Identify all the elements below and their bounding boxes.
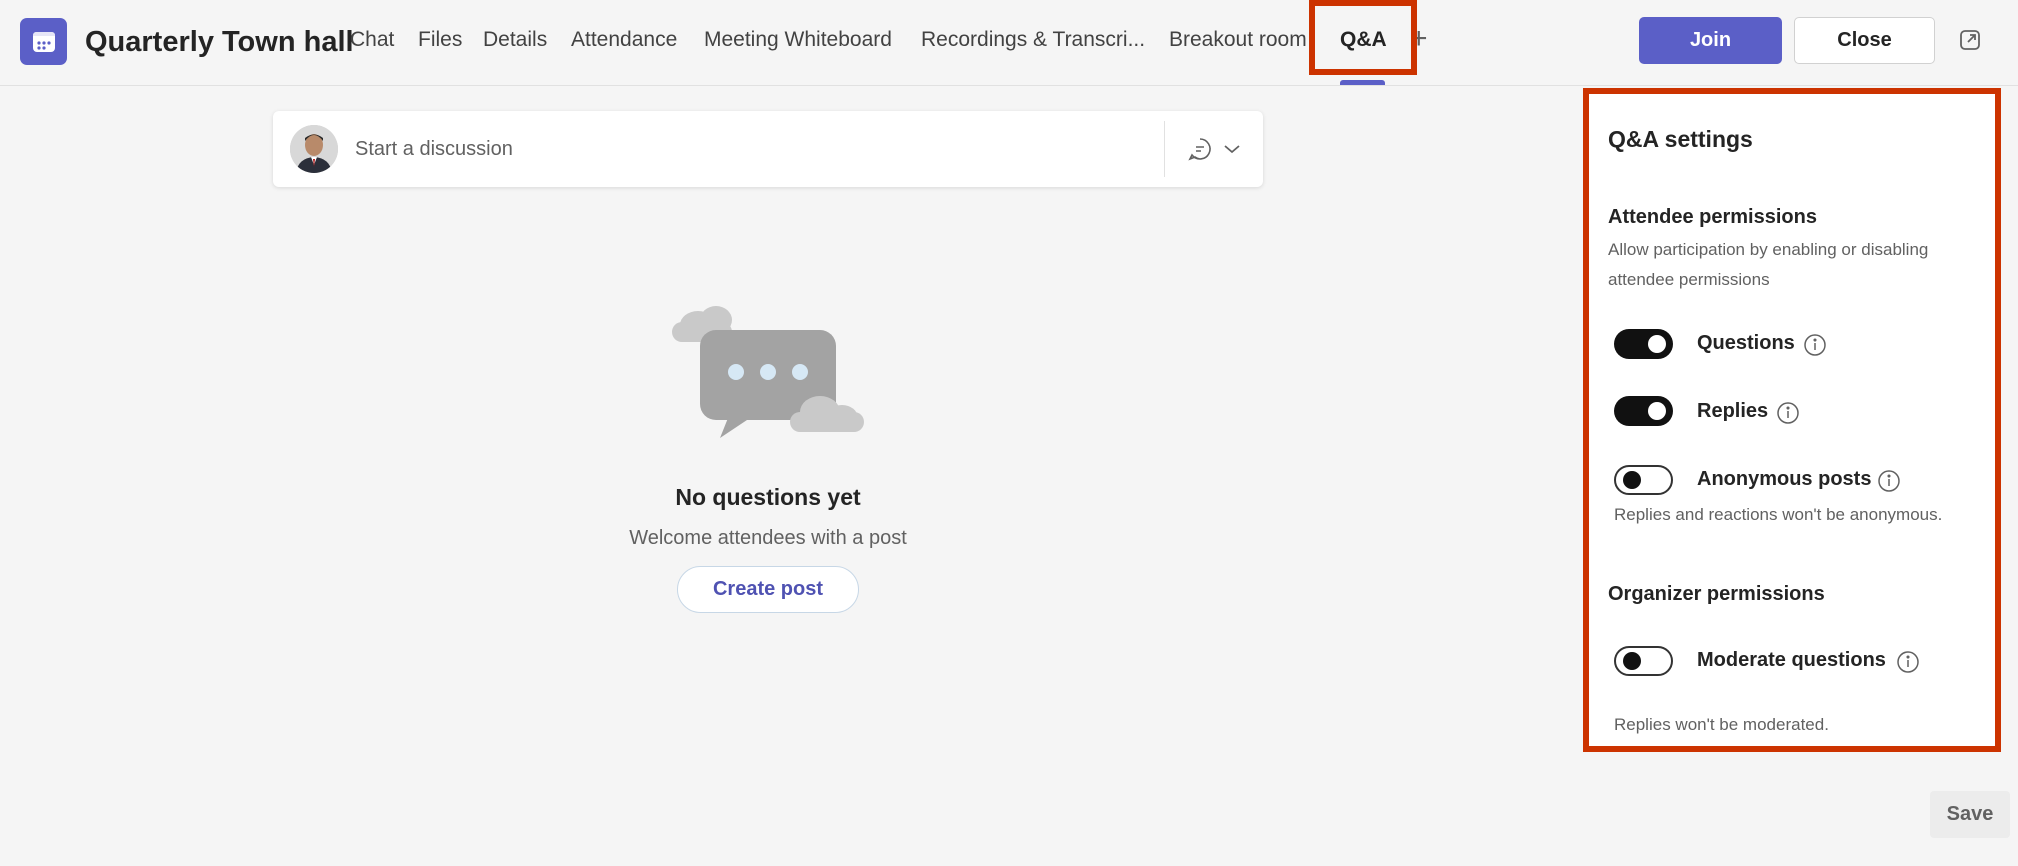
close-button[interactable]: Close <box>1794 17 1935 64</box>
attendee-permissions-description: Allow participation by enabling or disab… <box>1608 240 1929 289</box>
toggle-knob <box>1648 335 1666 353</box>
toggle-knob <box>1648 402 1666 420</box>
empty-state-title: No questions yet <box>675 484 861 510</box>
attendee-permissions-title: Attendee permissions <box>1608 206 1817 228</box>
moderate-questions-note: Replies won't be moderated. <box>1614 715 1829 734</box>
tab-recordings-transcripts[interactable]: Recordings & Transcri... <box>921 28 1145 52</box>
qa-tab-highlight <box>1309 0 1417 75</box>
moderate-questions-toggle[interactable] <box>1614 646 1673 676</box>
anonymous-posts-toggle[interactable] <box>1614 465 1673 495</box>
toggle-knob <box>1623 652 1641 670</box>
avatar <box>290 125 338 173</box>
calendar-icon <box>20 18 67 65</box>
chevron-down-icon[interactable] <box>1223 141 1241 157</box>
info-icon[interactable] <box>1776 401 1800 425</box>
meeting-header: Quarterly Town hall Chat Files Details A… <box>0 0 2018 86</box>
anonymous-posts-note: Replies and reactions won't be anonymous… <box>1614 505 1943 524</box>
empty-state-subtitle: Welcome attendees with a post <box>629 527 907 549</box>
questions-toggle[interactable] <box>1614 329 1673 359</box>
create-post-button[interactable]: Create post <box>677 566 859 613</box>
tab-meeting-whiteboard[interactable]: Meeting Whiteboard <box>704 28 892 52</box>
tab-files[interactable]: Files <box>418 28 462 52</box>
questions-label: Questions <box>1697 332 1795 354</box>
save-button[interactable]: Save <box>1930 791 2010 838</box>
tab-details[interactable]: Details <box>483 28 547 52</box>
discussion-input[interactable]: Start a discussion <box>355 138 513 161</box>
organizer-permissions-title: Organizer permissions <box>1608 583 1825 605</box>
replies-label: Replies <box>1697 400 1769 422</box>
anonymous-posts-label: Anonymous posts <box>1697 468 1872 490</box>
meeting-title: Quarterly Town hall <box>85 26 354 58</box>
info-icon[interactable] <box>1803 333 1827 357</box>
start-discussion-bar[interactable]: Start a discussion <box>273 111 1263 187</box>
replies-toggle[interactable] <box>1614 396 1673 426</box>
tab-attendance[interactable]: Attendance <box>571 28 677 52</box>
info-icon[interactable] <box>1877 469 1901 493</box>
tab-breakout-rooms[interactable]: Breakout room <box>1169 28 1307 52</box>
info-icon[interactable] <box>1896 650 1920 674</box>
moderate-questions-label: Moderate questions <box>1697 649 1886 671</box>
join-button[interactable]: Join <box>1639 17 1782 64</box>
toggle-knob <box>1623 471 1641 489</box>
settings-title: Q&A settings <box>1608 126 1753 152</box>
active-tab-indicator <box>1340 80 1385 85</box>
tab-chat[interactable]: Chat <box>350 28 394 52</box>
popout-icon[interactable] <box>1958 28 1982 52</box>
chat-bubble-illustration <box>668 300 868 445</box>
divider <box>1164 121 1165 177</box>
compose-chat-icon[interactable] <box>1187 136 1213 162</box>
